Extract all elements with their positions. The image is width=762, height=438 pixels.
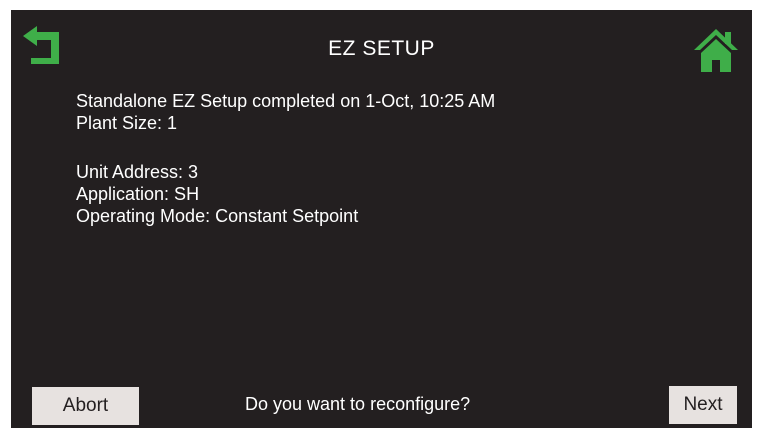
next-button[interactable]: Next bbox=[669, 386, 737, 424]
setup-completed-text: Standalone EZ Setup completed bbox=[76, 91, 336, 111]
unit-info-block: Unit Address: 3 Application: SH Operatin… bbox=[76, 161, 358, 227]
operating-mode-label: Operating Mode: bbox=[76, 206, 211, 226]
plant-size: Plant Size: 1 bbox=[76, 113, 178, 133]
operating-mode-line: Operating Mode: Constant Setpoint bbox=[76, 205, 358, 227]
unit-address: Unit Address: 3 bbox=[76, 162, 199, 182]
home-button[interactable] bbox=[692, 26, 740, 74]
ez-setup-screen: EZ SETUP Standalone EZ Setup completed o… bbox=[11, 10, 752, 428]
setup-status-block: Standalone EZ Setup completed on 1-Oct, … bbox=[76, 90, 495, 134]
reconfigure-prompt: Do you want to reconfigure? bbox=[245, 394, 471, 414]
operating-mode-value: Constant Setpoint bbox=[215, 206, 359, 226]
home-icon bbox=[694, 29, 738, 72]
page-title: EZ SETUP bbox=[328, 37, 435, 60]
abort-button[interactable]: Abort bbox=[32, 387, 139, 425]
setup-completed-line: Standalone EZ Setup completed on 1-Oct, … bbox=[76, 90, 495, 112]
application: Application: SH bbox=[76, 184, 200, 204]
setup-completed-date: on 1-Oct, 10:25 AM bbox=[340, 91, 496, 111]
